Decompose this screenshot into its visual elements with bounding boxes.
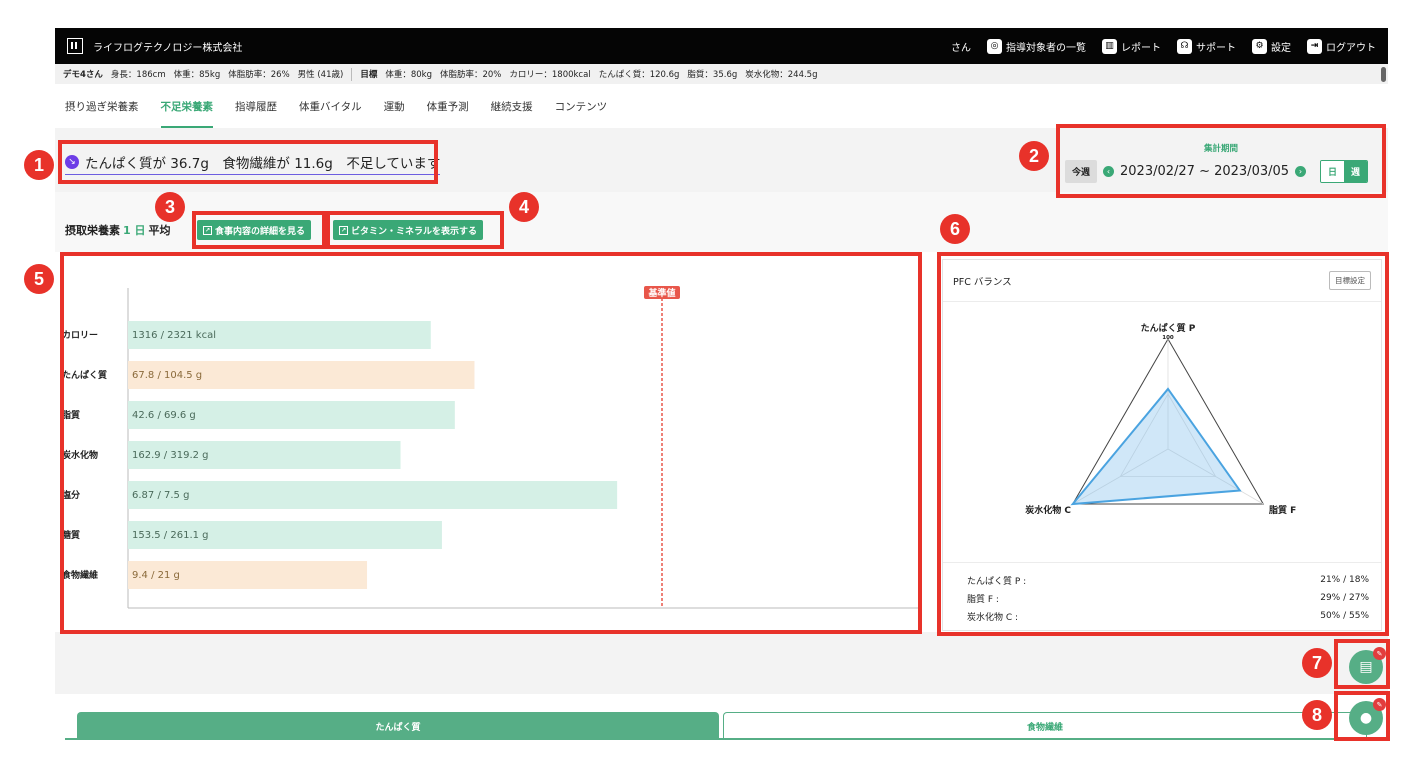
annotation-marker-5: 5: [24, 264, 54, 294]
bottom-tabs: たんぱく質 食物繊維: [77, 712, 1367, 740]
top-nav: さん ◎ 指導対象者の一覧 ▥ レポート ☊ サポート ⚙ 設定 ⇥ ログアウト: [951, 38, 1376, 54]
gear-icon: ⚙: [1252, 38, 1267, 54]
intake-title-period: 1 日: [123, 224, 146, 237]
lower-band: [55, 632, 1388, 694]
annotation-box-6: [937, 252, 1389, 636]
annotation-marker-6: 6: [940, 214, 970, 244]
intake-title: 摂取栄養素 1 日 平均: [65, 222, 170, 238]
goal-lipid: 脂質：35.6g: [687, 70, 738, 80]
tab-exercise[interactable]: 運動: [384, 84, 405, 128]
nav-report-label: レポート: [1121, 42, 1161, 54]
nav-clients-label: 指導対象者の一覧: [1006, 42, 1086, 54]
nav-report[interactable]: ▥ レポート: [1102, 38, 1161, 54]
goal-weight: 体重：80kg: [385, 70, 432, 80]
annotation-box-8: [1334, 691, 1390, 741]
annotation-box-4: [326, 211, 504, 249]
nav-logout[interactable]: ⇥ ログアウト: [1307, 38, 1376, 54]
person-circle-icon: ◎: [987, 38, 1002, 54]
company-name: ライフログテクノロジー株式会社: [93, 42, 243, 54]
annotation-marker-7: 7: [1302, 648, 1332, 678]
nav-logout-label: ログアウト: [1326, 42, 1376, 54]
annotation-box-2: [1056, 124, 1386, 198]
goal-fat: 体脂肪率：20%: [439, 70, 502, 80]
annotation-marker-8: 8: [1302, 700, 1332, 730]
annotation-marker-1: 1: [24, 150, 54, 180]
tab-deficient[interactable]: 不足栄養素: [160, 84, 213, 128]
brand: ライフログテクノロジー株式会社: [67, 38, 242, 54]
headset-icon: ☊: [1177, 38, 1192, 54]
intake-title-pre: 摂取栄養素: [65, 224, 120, 237]
client-name: デモ4さん: [63, 70, 103, 80]
client-weight: 体重：85kg: [173, 70, 221, 80]
client-height: 身長：186cm: [110, 70, 166, 80]
tab-forecast[interactable]: 体重予測: [427, 84, 469, 128]
goal-carb: 炭水化物：244.5g: [745, 70, 818, 80]
intake-title-post: 平均: [148, 224, 171, 237]
user-suffix: さん: [951, 42, 971, 54]
client-fat: 体脂肪率：26%: [228, 70, 290, 80]
client-sex-age: 男性 (41歳): [297, 70, 344, 80]
goal-calorie: カロリー：1800kcal: [509, 70, 591, 80]
nav-settings-label: 設定: [1271, 42, 1291, 54]
bottom-tab-fiber[interactable]: 食物繊維: [723, 712, 1367, 740]
chart-icon: ▥: [1102, 38, 1117, 54]
annotation-box-5: [60, 252, 922, 634]
top-bar: ライフログテクノロジー株式会社 さん ◎ 指導対象者の一覧 ▥ レポート ☊ サポート…: [55, 28, 1388, 64]
annotation-box-3: [192, 211, 326, 249]
tab-vital[interactable]: 体重バイタル: [299, 84, 362, 128]
nav-settings[interactable]: ⚙ 設定: [1252, 38, 1291, 54]
nav-support-label: サポート: [1196, 42, 1236, 54]
annotation-marker-4: 4: [509, 192, 539, 222]
annotation-box-1: [58, 140, 438, 184]
annotation-marker-2: 2: [1019, 141, 1049, 171]
building-icon: [67, 38, 83, 54]
annotation-marker-3: 3: [155, 192, 185, 222]
goal-label: 目標: [360, 70, 378, 80]
divider: [351, 67, 353, 81]
annotation-box-7: [1334, 639, 1390, 689]
bottom-tab-underline: [65, 738, 1388, 740]
tab-history[interactable]: 指導履歴: [235, 84, 277, 128]
nav-clients[interactable]: ◎ 指導対象者の一覧: [987, 38, 1086, 54]
client-info-bar: デモ4さん 身長：186cm 体重：85kg 体脂肪率：26% 男性 (41歳)…: [55, 64, 1388, 84]
scrollbar-thumb[interactable]: [1381, 67, 1386, 82]
tab-excess[interactable]: 摂り過ぎ栄養素: [65, 84, 139, 128]
tab-contents[interactable]: コンテンツ: [555, 84, 608, 128]
goal-protein: たんぱく質：120.6g: [598, 70, 680, 80]
nav-support[interactable]: ☊ サポート: [1177, 38, 1236, 54]
logout-icon: ⇥: [1307, 38, 1322, 54]
bottom-tab-protein[interactable]: たんぱく質: [77, 712, 719, 740]
tab-support[interactable]: 継続支援: [491, 84, 533, 128]
main-tabs: 摂り過ぎ栄養素 不足栄養素 指導履歴 体重バイタル 運動 体重予測 継続支援 コ…: [55, 84, 1388, 128]
